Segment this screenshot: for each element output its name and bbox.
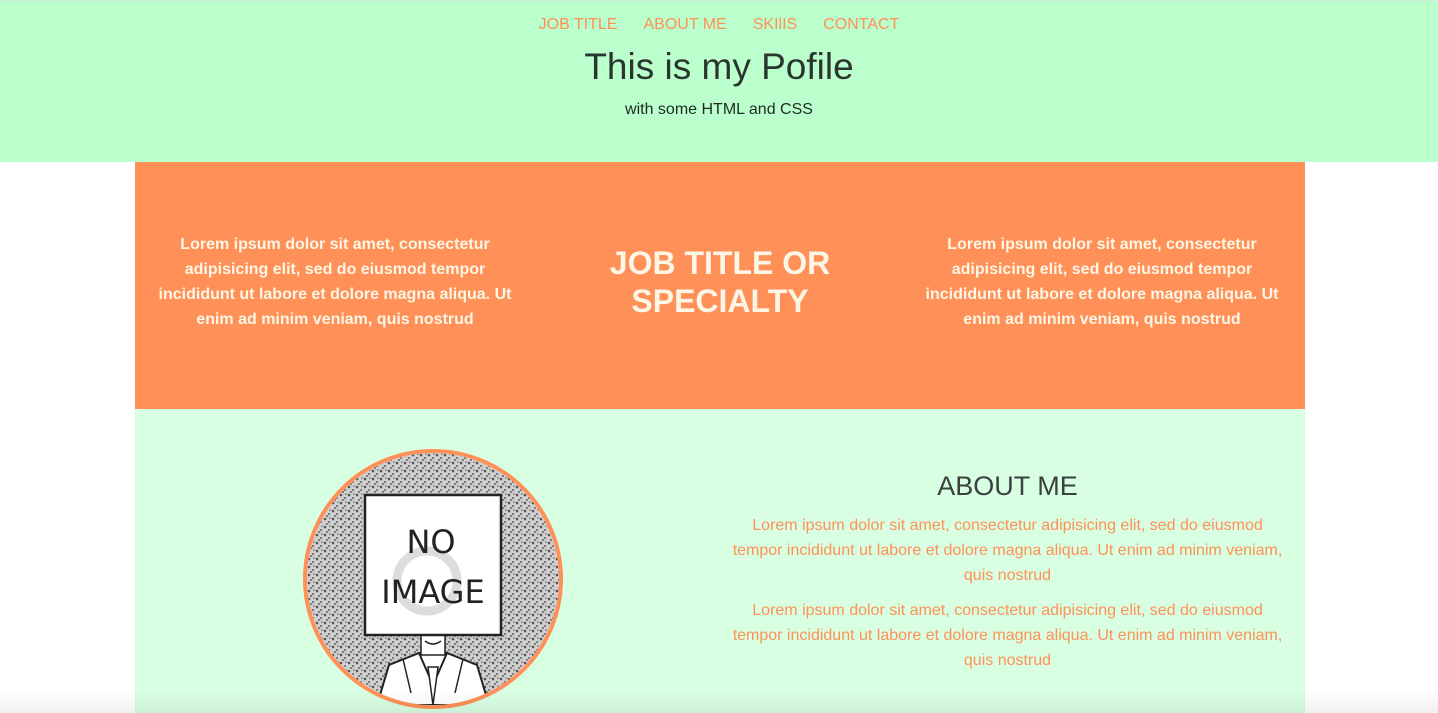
page-title: This is my Pofile <box>584 46 854 87</box>
page-subtitle: with some HTML and CSS <box>625 101 813 118</box>
about-paragraph: Lorem ipsum dolor sit amet, consectetur … <box>732 517 1283 584</box>
job-title-banner: Lorem ipsum dolor sit amet, consectetur … <box>135 162 1305 409</box>
avatar: NO IMAGE <box>303 449 563 709</box>
main-nav: JOB TITLE ABOUT ME SKIlIS CONTACT <box>0 15 1438 35</box>
avatar-text-no: NO <box>406 523 455 561</box>
site-header: JOB TITLE ABOUT ME SKIlIS CONTACT This i… <box>0 0 1438 162</box>
nav-about-me[interactable]: ABOUT ME <box>643 15 726 35</box>
about-paragraph: Lorem ipsum dolor sit amet, consectetur … <box>732 602 1283 669</box>
banner-title: JOB TITLE OR SPECIALTY <box>609 245 831 319</box>
avatar-text-image: IMAGE <box>381 573 484 611</box>
banner-left-text: Lorem ipsum dolor sit amet, consectetur … <box>158 236 512 328</box>
no-image-placeholder-icon: NO IMAGE <box>307 453 559 705</box>
nav-skills[interactable]: SKIlIS <box>753 15 797 35</box>
nav-contact[interactable]: CONTACT <box>823 15 899 35</box>
about-section: NO IMAGE ABOUT ME Lorem ipsum dolor sit … <box>135 409 1305 713</box>
nav-job-title[interactable]: JOB TITLE <box>539 15 618 35</box>
about-heading: ABOUT ME <box>937 471 1078 501</box>
banner-right-text: Lorem ipsum dolor sit amet, consectetur … <box>925 236 1279 328</box>
